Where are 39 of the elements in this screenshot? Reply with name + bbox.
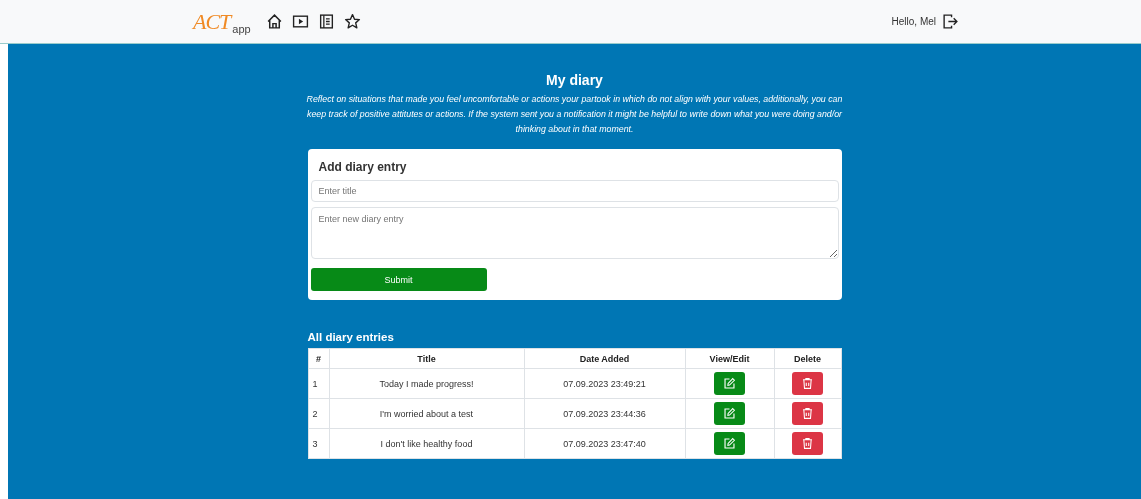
table-cell: Today I made progress!: [329, 368, 524, 399]
table-cell: 07.09.2023 23:49:21: [524, 368, 685, 399]
table-cell: I don't like healthy food: [329, 428, 524, 459]
entry-field[interactable]: Enter new diary entry: [310, 207, 839, 259]
table-title: All diary entries: [307, 331, 395, 343]
delete-button[interactable]: [792, 372, 823, 395]
trash-icon: [801, 377, 814, 390]
table-cell: I'm worried about a test: [329, 398, 524, 429]
edit-button[interactable]: [714, 432, 745, 455]
trash-icon: [801, 437, 814, 450]
table-cell: 07.09.2023 23:47:40: [524, 428, 685, 459]
title-field[interactable]: Enter title: [310, 180, 839, 202]
card-title: Add diary entry: [318, 160, 408, 174]
delete-button[interactable]: [792, 402, 823, 425]
star-icon[interactable]: [343, 13, 361, 30]
logout-icon[interactable]: [942, 13, 959, 30]
trash-icon: [801, 407, 814, 420]
home-icon[interactable]: [265, 13, 283, 30]
column-header: View/Edit: [685, 348, 774, 369]
description: Reflect on situations that made you feel uncomfortable or actions your partook in which do not align with your values, additionally, you can keep track of positive attitutes or actions. If the system sent you a notification it might be helpful to write down what you were doing and/or thinking about in that moment.: [305, 93, 844, 136]
column-header: Date Added: [524, 348, 685, 369]
table-cell: 2: [308, 398, 329, 429]
edit-button[interactable]: [714, 372, 745, 395]
edit-button[interactable]: [714, 402, 745, 425]
journal-icon[interactable]: [317, 13, 335, 30]
table-cell: 3: [308, 428, 329, 459]
edit-icon: [723, 377, 736, 390]
delete-button[interactable]: [792, 432, 823, 455]
table-cell: 07.09.2023 23:44:36: [524, 398, 685, 429]
greeting: Hello, Mel: [891, 16, 936, 27]
play-icon[interactable]: [291, 13, 309, 30]
column-header: Delete: [774, 348, 841, 369]
column-header: Title: [329, 348, 524, 369]
table-cell: 1: [308, 368, 329, 399]
submit-button[interactable]: Submit: [310, 268, 487, 291]
edit-icon: [723, 437, 736, 450]
column-header: #: [308, 348, 329, 369]
page-title: My diary: [545, 72, 604, 88]
edit-icon: [723, 407, 736, 420]
